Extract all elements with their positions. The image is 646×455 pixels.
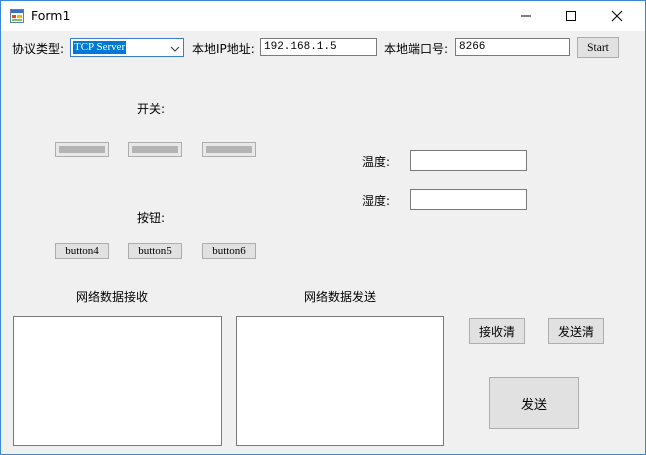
button5[interactable]: button5 (128, 243, 182, 259)
receive-textarea[interactable] (13, 316, 222, 446)
chevron-down-icon (170, 43, 180, 53)
minimize-button[interactable] (503, 1, 549, 31)
temperature-label: 温度: (362, 155, 391, 169)
window-title: Form1 (31, 8, 71, 23)
switch-3[interactable] (202, 142, 256, 157)
temperature-field[interactable] (410, 150, 527, 171)
button4[interactable]: button4 (55, 243, 109, 259)
start-button[interactable]: Start (577, 37, 619, 58)
clear-send-button[interactable]: 发送清 (548, 318, 604, 344)
port-label: 本地端口号: (384, 42, 449, 56)
port-input[interactable]: 8266 (455, 38, 570, 56)
title-bar: Form1 (1, 1, 645, 31)
protocol-select[interactable]: TCP Server (70, 38, 184, 57)
humidity-field[interactable] (410, 189, 527, 210)
ip-input[interactable]: 192.168.1.5 (260, 38, 377, 56)
maximize-button[interactable] (548, 1, 594, 31)
humidity-label: 湿度: (362, 194, 391, 208)
protocol-label: 协议类型: (12, 42, 65, 56)
maximize-icon (566, 11, 576, 21)
close-icon (611, 10, 623, 22)
switch-1[interactable] (55, 142, 109, 157)
button6[interactable]: button6 (202, 243, 256, 259)
send-button[interactable]: 发送 (489, 377, 579, 429)
minimize-icon (521, 15, 531, 17)
switches-label: 开关: (137, 102, 166, 116)
send-textarea[interactable] (236, 316, 444, 446)
switch-2[interactable] (128, 142, 182, 157)
receive-label: 网络数据接收 (76, 290, 149, 304)
app-icon (10, 9, 24, 23)
ip-label: 本地IP地址: (192, 42, 255, 56)
main-window: Form1 协议类型: TCP Server 本地IP地址: 192.168.1… (0, 0, 646, 455)
buttons-label: 按钮: (137, 211, 166, 225)
send-label: 网络数据发送 (304, 290, 377, 304)
protocol-value: TCP Server (73, 41, 127, 54)
clear-receive-button[interactable]: 接收清 (469, 318, 525, 344)
close-button[interactable] (594, 1, 640, 31)
